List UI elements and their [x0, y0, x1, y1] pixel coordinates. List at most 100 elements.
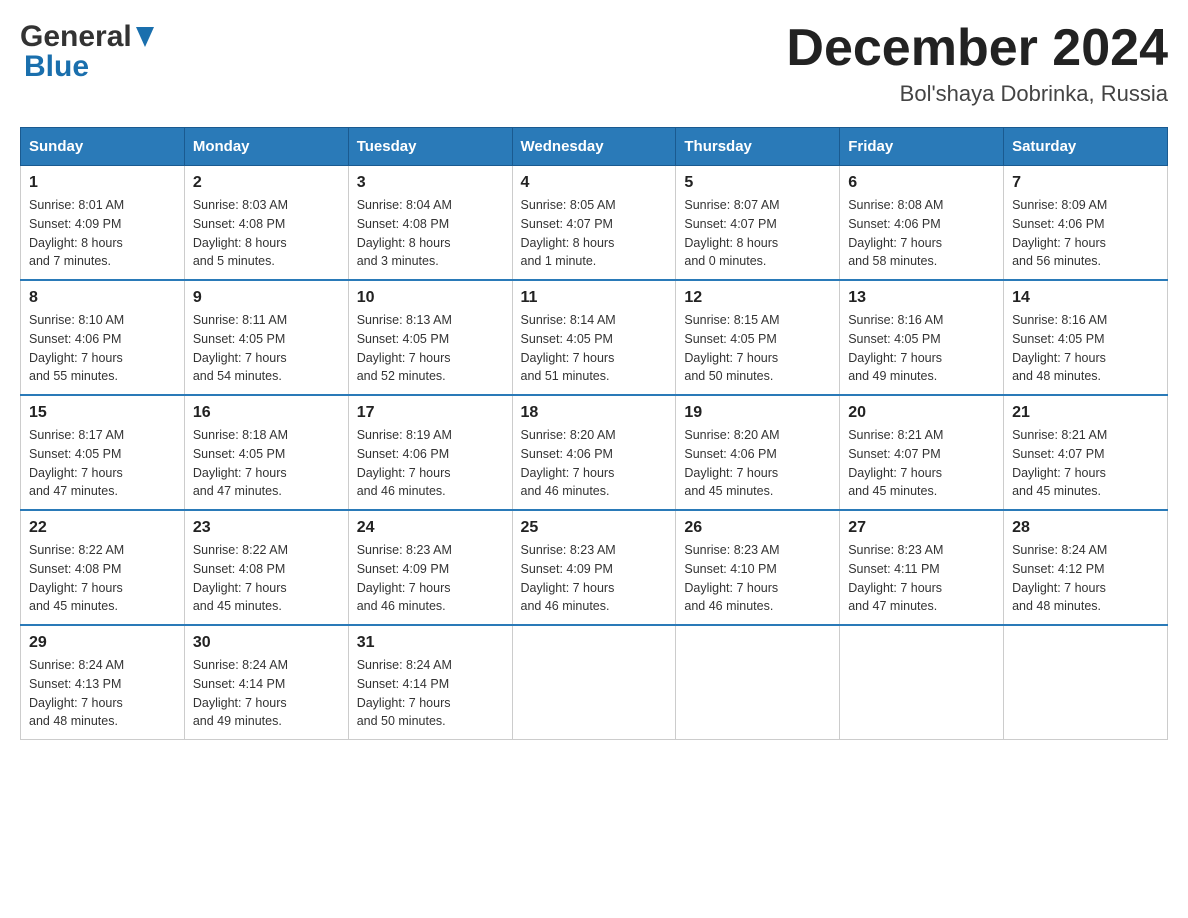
day-number: 1 [29, 174, 176, 192]
day-number: 7 [1012, 174, 1159, 192]
calendar-cell: 2 Sunrise: 8:03 AM Sunset: 4:08 PM Dayli… [184, 166, 348, 281]
day-info: Sunrise: 8:22 AM Sunset: 4:08 PM Dayligh… [193, 541, 340, 616]
calendar-cell: 26 Sunrise: 8:23 AM Sunset: 4:10 PM Dayl… [676, 510, 840, 625]
day-header-wednesday: Wednesday [512, 128, 676, 166]
month-title: December 2024 [786, 20, 1168, 77]
day-info: Sunrise: 8:24 AM Sunset: 4:13 PM Dayligh… [29, 656, 176, 731]
day-number: 22 [29, 519, 176, 537]
calendar-header-row: SundayMondayTuesdayWednesdayThursdayFrid… [21, 128, 1168, 166]
day-number: 26 [684, 519, 831, 537]
calendar-cell: 30 Sunrise: 8:24 AM Sunset: 4:14 PM Dayl… [184, 625, 348, 740]
day-info: Sunrise: 8:20 AM Sunset: 4:06 PM Dayligh… [521, 426, 668, 501]
day-info: Sunrise: 8:21 AM Sunset: 4:07 PM Dayligh… [848, 426, 995, 501]
day-number: 11 [521, 289, 668, 307]
logo-blue-text: Blue [24, 50, 89, 84]
day-info: Sunrise: 8:22 AM Sunset: 4:08 PM Dayligh… [29, 541, 176, 616]
calendar-cell: 16 Sunrise: 8:18 AM Sunset: 4:05 PM Dayl… [184, 395, 348, 510]
day-info: Sunrise: 8:24 AM Sunset: 4:14 PM Dayligh… [193, 656, 340, 731]
day-info: Sunrise: 8:16 AM Sunset: 4:05 PM Dayligh… [848, 311, 995, 386]
day-number: 19 [684, 404, 831, 422]
calendar-week-row: 29 Sunrise: 8:24 AM Sunset: 4:13 PM Dayl… [21, 625, 1168, 740]
calendar-week-row: 22 Sunrise: 8:22 AM Sunset: 4:08 PM Dayl… [21, 510, 1168, 625]
day-info: Sunrise: 8:07 AM Sunset: 4:07 PM Dayligh… [684, 196, 831, 271]
calendar-cell: 15 Sunrise: 8:17 AM Sunset: 4:05 PM Dayl… [21, 395, 185, 510]
calendar-cell: 24 Sunrise: 8:23 AM Sunset: 4:09 PM Dayl… [348, 510, 512, 625]
day-number: 13 [848, 289, 995, 307]
day-info: Sunrise: 8:08 AM Sunset: 4:06 PM Dayligh… [848, 196, 995, 271]
calendar-cell: 9 Sunrise: 8:11 AM Sunset: 4:05 PM Dayli… [184, 280, 348, 395]
day-header-friday: Friday [840, 128, 1004, 166]
location-title: Bol'shaya Dobrinka, Russia [786, 81, 1168, 107]
day-info: Sunrise: 8:03 AM Sunset: 4:08 PM Dayligh… [193, 196, 340, 271]
calendar-cell: 21 Sunrise: 8:21 AM Sunset: 4:07 PM Dayl… [1004, 395, 1168, 510]
day-number: 14 [1012, 289, 1159, 307]
day-info: Sunrise: 8:11 AM Sunset: 4:05 PM Dayligh… [193, 311, 340, 386]
calendar-cell: 31 Sunrise: 8:24 AM Sunset: 4:14 PM Dayl… [348, 625, 512, 740]
day-number: 29 [29, 634, 176, 652]
calendar-cell: 23 Sunrise: 8:22 AM Sunset: 4:08 PM Dayl… [184, 510, 348, 625]
day-info: Sunrise: 8:21 AM Sunset: 4:07 PM Dayligh… [1012, 426, 1159, 501]
day-number: 6 [848, 174, 995, 192]
calendar-cell: 29 Sunrise: 8:24 AM Sunset: 4:13 PM Dayl… [21, 625, 185, 740]
day-info: Sunrise: 8:24 AM Sunset: 4:12 PM Dayligh… [1012, 541, 1159, 616]
calendar-cell: 10 Sunrise: 8:13 AM Sunset: 4:05 PM Dayl… [348, 280, 512, 395]
day-info: Sunrise: 8:13 AM Sunset: 4:05 PM Dayligh… [357, 311, 504, 386]
day-info: Sunrise: 8:10 AM Sunset: 4:06 PM Dayligh… [29, 311, 176, 386]
calendar-cell: 28 Sunrise: 8:24 AM Sunset: 4:12 PM Dayl… [1004, 510, 1168, 625]
calendar-cell: 5 Sunrise: 8:07 AM Sunset: 4:07 PM Dayli… [676, 166, 840, 281]
day-number: 10 [357, 289, 504, 307]
calendar-cell: 4 Sunrise: 8:05 AM Sunset: 4:07 PM Dayli… [512, 166, 676, 281]
calendar-cell: 12 Sunrise: 8:15 AM Sunset: 4:05 PM Dayl… [676, 280, 840, 395]
day-header-sunday: Sunday [21, 128, 185, 166]
day-info: Sunrise: 8:16 AM Sunset: 4:05 PM Dayligh… [1012, 311, 1159, 386]
calendar-cell [676, 625, 840, 740]
day-number: 8 [29, 289, 176, 307]
calendar-cell: 20 Sunrise: 8:21 AM Sunset: 4:07 PM Dayl… [840, 395, 1004, 510]
day-number: 17 [357, 404, 504, 422]
day-number: 2 [193, 174, 340, 192]
day-info: Sunrise: 8:23 AM Sunset: 4:09 PM Dayligh… [521, 541, 668, 616]
day-info: Sunrise: 8:18 AM Sunset: 4:05 PM Dayligh… [193, 426, 340, 501]
day-info: Sunrise: 8:05 AM Sunset: 4:07 PM Dayligh… [521, 196, 668, 271]
day-number: 21 [1012, 404, 1159, 422]
calendar-cell: 6 Sunrise: 8:08 AM Sunset: 4:06 PM Dayli… [840, 166, 1004, 281]
day-number: 25 [521, 519, 668, 537]
day-number: 16 [193, 404, 340, 422]
day-info: Sunrise: 8:04 AM Sunset: 4:08 PM Dayligh… [357, 196, 504, 271]
calendar-cell: 8 Sunrise: 8:10 AM Sunset: 4:06 PM Dayli… [21, 280, 185, 395]
calendar-cell: 19 Sunrise: 8:20 AM Sunset: 4:06 PM Dayl… [676, 395, 840, 510]
title-section: December 2024 Bol'shaya Dobrinka, Russia [786, 20, 1168, 107]
day-info: Sunrise: 8:23 AM Sunset: 4:09 PM Dayligh… [357, 541, 504, 616]
day-header-monday: Monday [184, 128, 348, 166]
calendar-cell: 25 Sunrise: 8:23 AM Sunset: 4:09 PM Dayl… [512, 510, 676, 625]
day-number: 23 [193, 519, 340, 537]
page-header: General Blue December 2024 Bol'shaya Dob… [20, 20, 1168, 107]
day-info: Sunrise: 8:14 AM Sunset: 4:05 PM Dayligh… [521, 311, 668, 386]
calendar-cell: 13 Sunrise: 8:16 AM Sunset: 4:05 PM Dayl… [840, 280, 1004, 395]
calendar-cell: 17 Sunrise: 8:19 AM Sunset: 4:06 PM Dayl… [348, 395, 512, 510]
day-number: 31 [357, 634, 504, 652]
logo: General Blue [20, 20, 154, 84]
day-info: Sunrise: 8:23 AM Sunset: 4:10 PM Dayligh… [684, 541, 831, 616]
day-header-thursday: Thursday [676, 128, 840, 166]
calendar-cell: 22 Sunrise: 8:22 AM Sunset: 4:08 PM Dayl… [21, 510, 185, 625]
calendar-cell: 11 Sunrise: 8:14 AM Sunset: 4:05 PM Dayl… [512, 280, 676, 395]
day-info: Sunrise: 8:09 AM Sunset: 4:06 PM Dayligh… [1012, 196, 1159, 271]
day-info: Sunrise: 8:24 AM Sunset: 4:14 PM Dayligh… [357, 656, 504, 731]
day-info: Sunrise: 8:01 AM Sunset: 4:09 PM Dayligh… [29, 196, 176, 271]
day-number: 3 [357, 174, 504, 192]
day-number: 20 [848, 404, 995, 422]
calendar-cell: 27 Sunrise: 8:23 AM Sunset: 4:11 PM Dayl… [840, 510, 1004, 625]
logo-general-text: General [20, 20, 132, 54]
calendar-cell: 1 Sunrise: 8:01 AM Sunset: 4:09 PM Dayli… [21, 166, 185, 281]
day-header-saturday: Saturday [1004, 128, 1168, 166]
calendar-week-row: 8 Sunrise: 8:10 AM Sunset: 4:06 PM Dayli… [21, 280, 1168, 395]
day-number: 18 [521, 404, 668, 422]
day-header-tuesday: Tuesday [348, 128, 512, 166]
day-number: 5 [684, 174, 831, 192]
logo-triangle-icon [136, 27, 154, 47]
day-number: 4 [521, 174, 668, 192]
day-number: 30 [193, 634, 340, 652]
day-number: 12 [684, 289, 831, 307]
day-info: Sunrise: 8:20 AM Sunset: 4:06 PM Dayligh… [684, 426, 831, 501]
